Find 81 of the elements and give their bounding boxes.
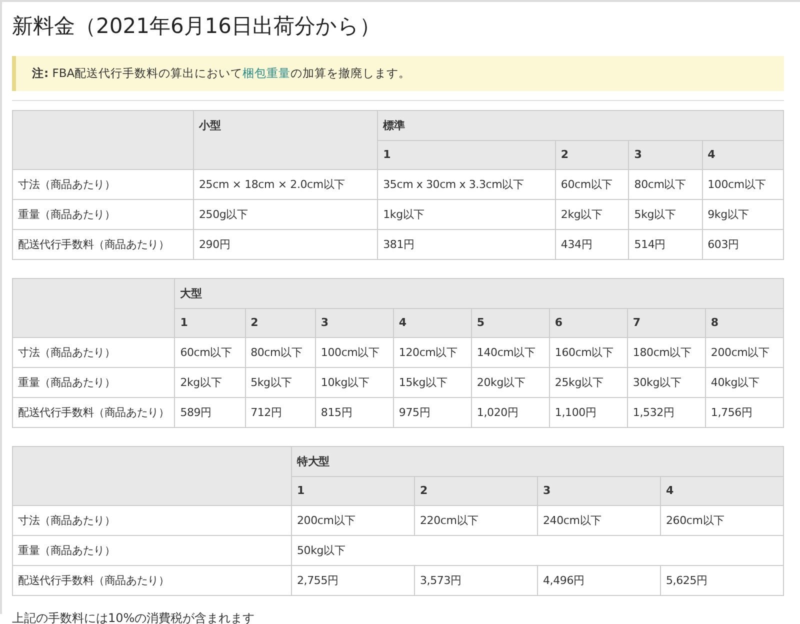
column-header: 2 (414, 476, 538, 506)
table-cell: 1kg以下 (378, 200, 556, 230)
table-cell: 120cm以下 (393, 338, 472, 368)
row-label: 寸法（商品あたり） (12, 170, 194, 200)
column-header: 1 (292, 476, 414, 506)
column-header: 小型 (194, 110, 378, 170)
table-cell: 9kg以下 (702, 200, 784, 230)
table-cell: 5kg以下 (628, 200, 702, 230)
row-label: 重量（商品あたり） (12, 200, 194, 230)
table-cell: 2kg以下 (555, 200, 629, 230)
table-cell: 1,100円 (549, 398, 628, 428)
column-header: 5 (471, 308, 550, 338)
row-label: 寸法（商品あたり） (12, 506, 292, 536)
table-cell: 240cm以下 (538, 506, 660, 536)
row-label: 寸法（商品あたり） (12, 338, 175, 368)
page-title: 新料金（2021年6月16日出荷分から） (12, 13, 382, 40)
table-cell: 140cm以下 (471, 338, 550, 368)
table-cell: 5,625円 (660, 566, 784, 596)
table-cell: 1,020円 (471, 398, 550, 428)
column-header: 4 (702, 140, 784, 170)
row-label: 配送代行手数料（商品あたり） (12, 566, 292, 596)
table-cell: 975円 (393, 398, 472, 428)
table-cell: 160cm以下 (549, 338, 628, 368)
table-cell: 60cm以下 (174, 338, 246, 368)
table-cell: 220cm以下 (414, 506, 538, 536)
column-header: 2 (555, 140, 629, 170)
column-header: 1 (378, 140, 556, 170)
table-cell: 514円 (628, 230, 702, 260)
table-cell: 381円 (378, 230, 556, 260)
column-header: 4 (393, 308, 472, 338)
table-cell: 589円 (174, 398, 246, 428)
table-cell: 20kg以下 (471, 368, 550, 398)
table-cell: 80cm以下 (245, 338, 316, 368)
table-cell: 603円 (702, 230, 784, 260)
column-header: 8 (705, 308, 784, 338)
table-cell: 4,496円 (538, 566, 660, 596)
table-cell: 35cm x 30cm x 3.3cm以下 (378, 170, 556, 200)
column-header: 特大型 (292, 446, 784, 476)
row-label: 重量（商品あたり） (12, 536, 292, 566)
table-cell: 5kg以下 (245, 368, 316, 398)
table-cell: 50kg以下 (292, 536, 784, 566)
row-label: 配送代行手数料（商品あたり） (12, 230, 194, 260)
table-cell: 260cm以下 (660, 506, 784, 536)
table-cell: 25cm × 18cm × 2.0cm以下 (194, 170, 378, 200)
footnote: 上記の手数料には10%の消費税が含まれます (12, 610, 256, 624)
table-cell: 100cm以下 (702, 170, 784, 200)
table-cell: 2kg以下 (174, 368, 246, 398)
row-label: 配送代行手数料（商品あたり） (12, 398, 175, 428)
table-cell: 80cm以下 (628, 170, 702, 200)
link[interactable]: 梱包重量 (242, 66, 291, 80)
table-cell: 30kg以下 (627, 368, 706, 398)
table-cell: 100cm以下 (315, 338, 394, 368)
table-cell: 200cm以下 (292, 506, 414, 536)
column-header: 3 (538, 476, 660, 506)
table-cell: 180cm以下 (627, 338, 706, 368)
column-header: 3 (628, 140, 702, 170)
column-header: 7 (627, 308, 706, 338)
table-cell: 2,755円 (292, 566, 414, 596)
table-cell: 1,532円 (627, 398, 706, 428)
table-cell: 40kg以下 (705, 368, 784, 398)
row-label: 重量（商品あたり） (12, 368, 175, 398)
table-cell: 290円 (194, 230, 378, 260)
column-header: 6 (549, 308, 628, 338)
table-cell: 15kg以下 (393, 368, 472, 398)
column-header: 2 (245, 308, 316, 338)
table-cell: 25kg以下 (549, 368, 628, 398)
table-cell: 10kg以下 (315, 368, 394, 398)
table-cell: 1,756円 (705, 398, 784, 428)
table-cell: 60cm以下 (555, 170, 629, 200)
table-cell: 434円 (555, 230, 629, 260)
column-header: 大型 (174, 278, 784, 308)
column-header: 3 (315, 308, 394, 338)
table-cell: 3,573円 (414, 566, 538, 596)
table-cell: 200cm以下 (705, 338, 784, 368)
table-cell: 712円 (245, 398, 316, 428)
column-header: 1 (174, 308, 246, 338)
table-cell: 250g以下 (194, 200, 378, 230)
column-header: 標準 (378, 110, 784, 140)
table-cell: 815円 (315, 398, 394, 428)
note-text: 注: FBA配送代行手数料の算出において梱包重量の加算を撤廃します。 (32, 66, 412, 81)
column-header: 4 (660, 476, 784, 506)
